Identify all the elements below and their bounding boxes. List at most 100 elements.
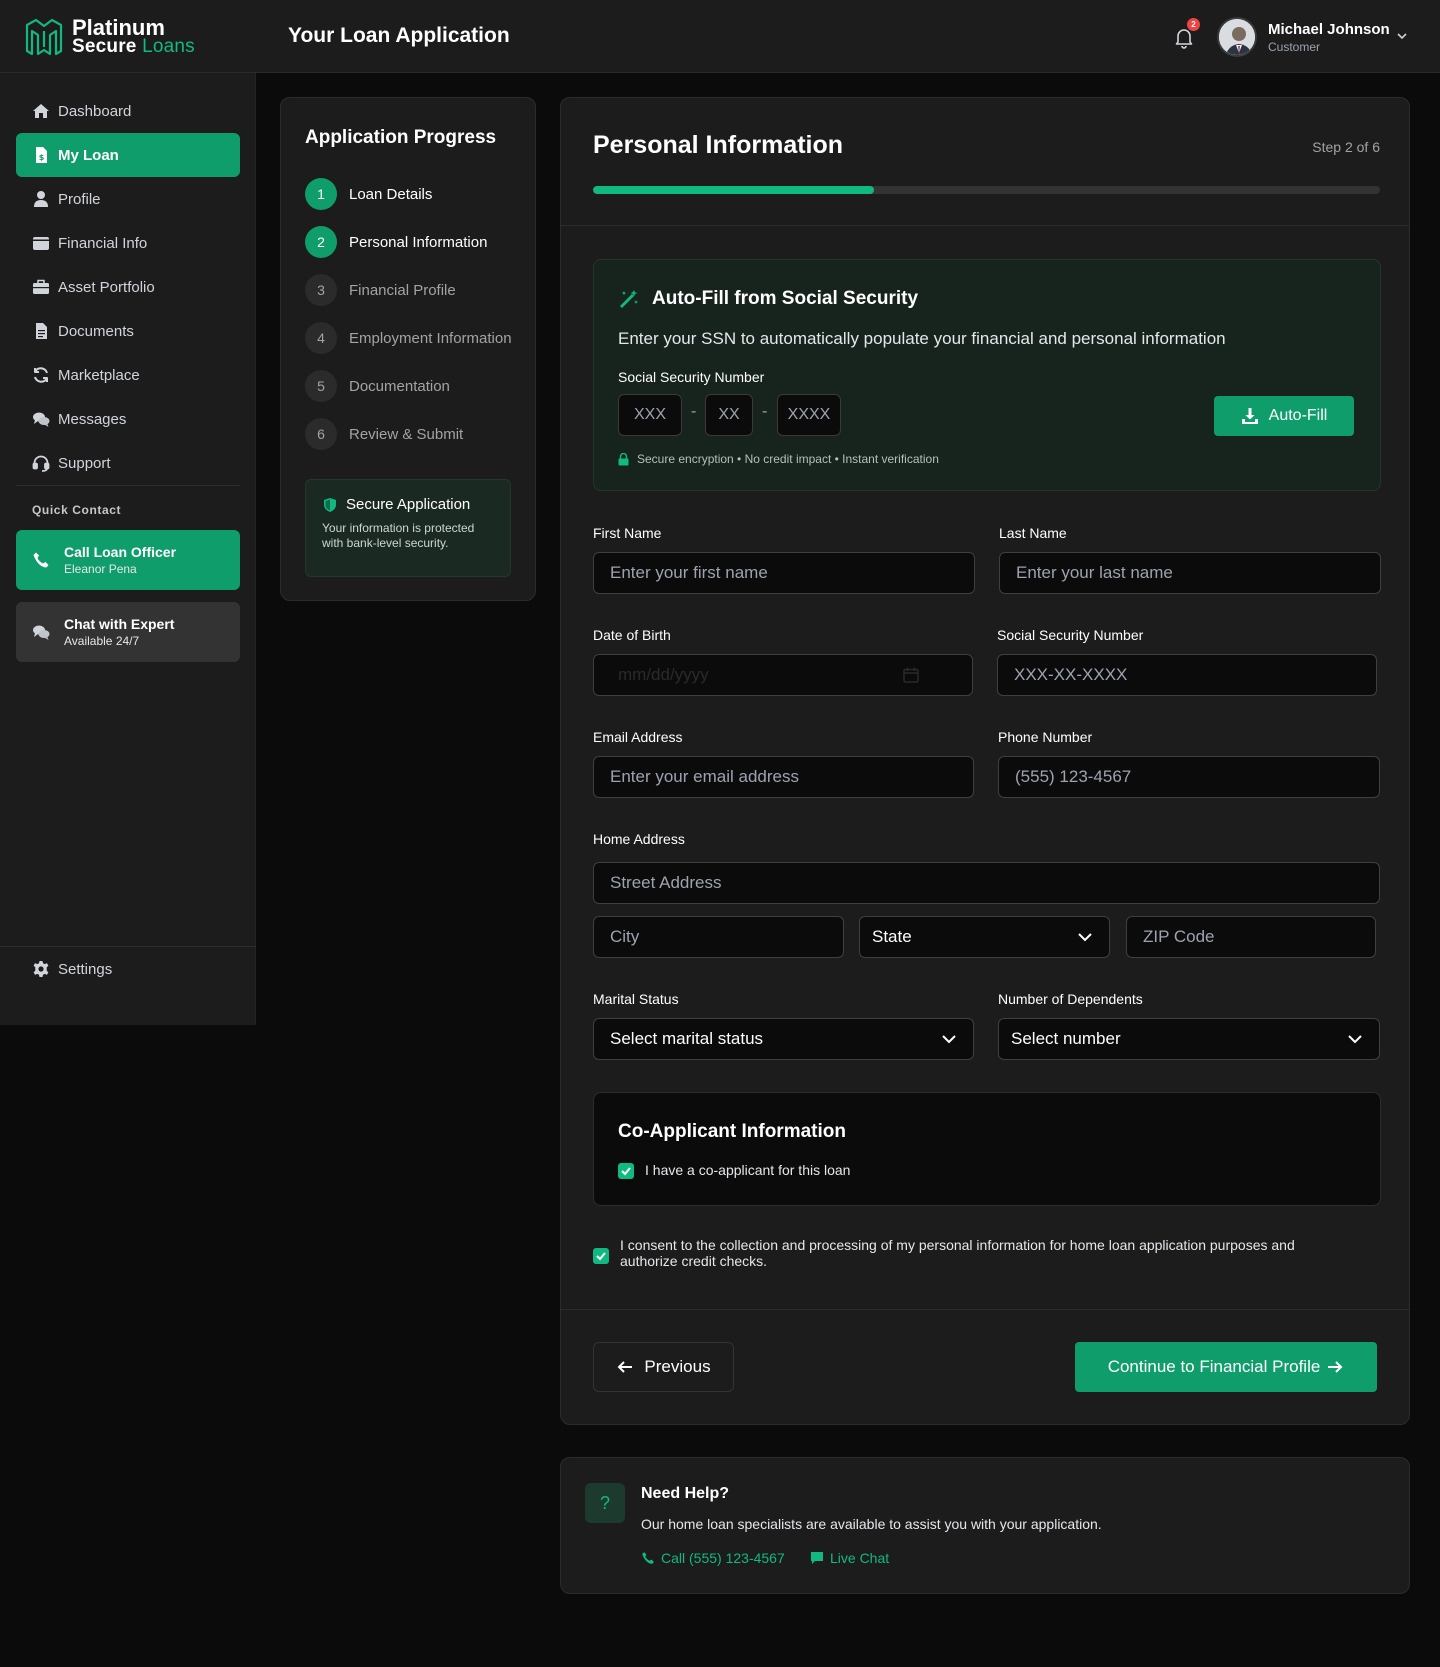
progress-step-review-submit[interactable]: 6 Review & Submit: [305, 418, 530, 450]
logo-mark-icon: [25, 18, 63, 56]
file-icon: [36, 323, 47, 339]
chat-with-expert-button[interactable]: Chat with Expert Available 24/7: [16, 602, 240, 662]
top-header: Platinum Secure Loans Your Loan Applicat…: [0, 0, 1440, 73]
ssn-dash: -: [691, 403, 697, 420]
sidebar-item-financial-info[interactable]: Financial Info: [16, 221, 240, 265]
brand-name-line1: Platinum: [72, 15, 165, 40]
briefcase-icon: [33, 279, 49, 294]
sidebar-item-marketplace[interactable]: Marketplace: [16, 353, 240, 397]
ssn-part1-input[interactable]: XXX: [618, 394, 682, 436]
chevron-down-icon[interactable]: [1394, 28, 1410, 44]
sidebar-item-settings[interactable]: Settings: [16, 947, 240, 991]
header-divider: [561, 225, 1409, 226]
ssn-part3-input[interactable]: XXXX: [777, 394, 841, 436]
arrow-right-icon: [1328, 1361, 1343, 1373]
ssn-label: Social Security Number: [997, 627, 1144, 643]
last-name-input[interactable]: Enter your last name: [999, 552, 1381, 594]
download-icon: [1241, 408, 1258, 424]
call-loan-officer-button[interactable]: Call Loan Officer Eleanor Pena: [16, 530, 240, 590]
progress-step-loan-details[interactable]: 1 Loan Details: [305, 178, 530, 210]
sidebar-item-messages[interactable]: Messages: [16, 397, 240, 441]
lock-icon: [618, 452, 629, 465]
sidebar-item-my-loan[interactable]: $ My Loan: [16, 133, 240, 177]
user-avatar[interactable]: [1217, 17, 1257, 57]
brand-name-line2: Secure Loans: [72, 36, 195, 57]
chevron-down-icon: [1078, 933, 1092, 942]
sidebar-item-support[interactable]: Support: [16, 441, 240, 485]
calendar-icon[interactable]: [902, 666, 920, 684]
previous-button[interactable]: Previous: [593, 1342, 734, 1392]
sidebar-item-profile[interactable]: Profile: [16, 177, 240, 221]
progress-step-employment-information[interactable]: 4 Employment Information: [305, 322, 530, 354]
step-number: 4: [305, 322, 337, 354]
step-label: Loan Details: [349, 185, 433, 203]
user-role: Customer: [1268, 40, 1321, 54]
need-help-card: ? Need Help? Our home loan specialists a…: [560, 1457, 1410, 1594]
chevron-down-icon: [942, 1035, 956, 1044]
sidebar-item-dashboard[interactable]: Dashboard: [16, 89, 240, 133]
sidebar-item-documents[interactable]: Documents: [16, 309, 240, 353]
step-label: Review & Submit: [349, 425, 464, 443]
arrow-left-icon: [618, 1361, 633, 1373]
autofill-ssn-label: Social Security Number: [618, 369, 765, 385]
ssn-input[interactable]: XXX-XX-XXXX: [997, 654, 1377, 696]
shield-icon: [324, 497, 336, 512]
form-progress-bar: [593, 186, 1380, 194]
svg-text:$: $: [39, 153, 45, 162]
help-title: Need Help?: [641, 1485, 730, 1502]
marital-status-label: Marital Status: [593, 991, 679, 1007]
step-indicator: Step 2 of 6: [1312, 139, 1380, 155]
dob-label: Date of Birth: [593, 627, 671, 643]
first-name-input[interactable]: Enter your first name: [593, 552, 975, 594]
progress-title: Application Progress: [305, 127, 497, 148]
user-icon: [34, 191, 48, 207]
step-label: Employment Information: [349, 329, 512, 347]
check-icon: [596, 1252, 606, 1261]
step-number: 3: [305, 274, 337, 306]
gear-icon: [33, 961, 49, 977]
continue-button[interactable]: Continue to Financial Profile: [1075, 1342, 1377, 1392]
email-input[interactable]: Enter your email address: [593, 756, 974, 798]
phone-input[interactable]: (555) 123-4567: [998, 756, 1380, 798]
email-label: Email Address: [593, 729, 683, 745]
call-help-link[interactable]: Call (555) 123-4567: [641, 1550, 785, 1566]
autofill-note: Secure encryption • No credit impact • I…: [637, 452, 939, 466]
headset-icon: [32, 455, 50, 472]
live-chat-link[interactable]: Live Chat: [810, 1550, 889, 1566]
personal-information-form: Personal Information Step 2 of 6 Auto-Fi…: [560, 97, 1410, 1425]
autofill-button[interactable]: Auto-Fill: [1214, 396, 1354, 436]
brand-logo[interactable]: Platinum Secure Loans: [24, 17, 195, 57]
ssn-part2-input[interactable]: XX: [705, 394, 753, 436]
notification-badge: 2: [1187, 18, 1200, 31]
step-number: 2: [305, 226, 337, 258]
dependents-label: Number of Dependents: [998, 991, 1143, 1007]
chevron-down-icon: [1348, 1035, 1362, 1044]
form-progress-fill: [593, 186, 874, 194]
co-applicant-checkbox[interactable]: [618, 1163, 634, 1179]
consent-text: I consent to the collection and processi…: [620, 1237, 1295, 1269]
magic-wand-icon: [620, 290, 638, 308]
marital-status-select[interactable]: Select marital status: [593, 1018, 974, 1060]
city-input[interactable]: City: [593, 916, 844, 958]
dependents-select[interactable]: Select number: [998, 1018, 1380, 1060]
comments-icon: [33, 625, 50, 640]
quick-contact-title: Quick Contact: [32, 503, 122, 517]
secure-text: Your information is protected with bank-…: [322, 521, 475, 550]
autofill-section: Auto-Fill from Social Security Enter you…: [593, 259, 1381, 491]
dob-input[interactable]: mm/dd/yyyy: [593, 654, 973, 696]
ssn-dash: -: [762, 403, 768, 420]
progress-step-financial-profile[interactable]: 3 Financial Profile: [305, 274, 530, 306]
progress-step-personal-information[interactable]: 2 Personal Information: [305, 226, 530, 258]
sidebar-item-asset-portfolio[interactable]: Asset Portfolio: [16, 265, 240, 309]
consent-checkbox[interactable]: [593, 1248, 609, 1264]
comments-icon: [33, 412, 50, 427]
zip-code-input[interactable]: ZIP Code: [1126, 916, 1376, 958]
street-address-input[interactable]: Street Address: [593, 862, 1380, 904]
phone-icon: [642, 1552, 654, 1564]
progress-step-documentation[interactable]: 5 Documentation: [305, 370, 530, 402]
state-select[interactable]: State: [859, 916, 1110, 958]
first-name-label: First Name: [593, 525, 662, 541]
page-title: Your Loan Application: [288, 24, 510, 47]
question-icon: ?: [585, 1483, 625, 1523]
home-address-label: Home Address: [593, 831, 685, 847]
